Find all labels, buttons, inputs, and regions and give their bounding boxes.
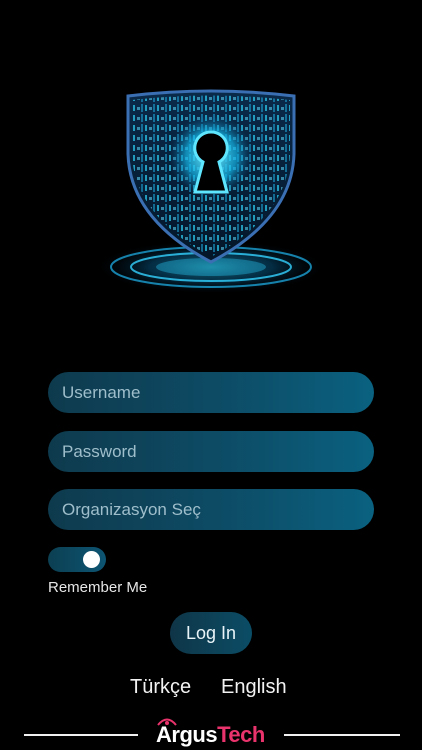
username-input[interactable] bbox=[62, 382, 360, 403]
footer-divider-right bbox=[284, 734, 400, 736]
brand-logo: ArgusTech bbox=[156, 722, 265, 748]
password-field-container[interactable] bbox=[48, 431, 374, 472]
password-input[interactable] bbox=[62, 441, 360, 462]
footer-divider-left bbox=[24, 734, 138, 736]
language-turkish-link[interactable]: Türkçe bbox=[130, 676, 191, 699]
organization-select[interactable] bbox=[48, 489, 374, 530]
login-button[interactable]: Log In bbox=[170, 612, 252, 654]
organization-select-input[interactable] bbox=[62, 499, 360, 520]
remember-me-label: Remember Me bbox=[48, 579, 148, 596]
brand-name-part2: Tech bbox=[217, 722, 265, 747]
shield-lock-emblem bbox=[99, 89, 323, 293]
username-field-container[interactable] bbox=[48, 372, 374, 413]
language-english-link[interactable]: English bbox=[221, 676, 287, 699]
brand-name-part1: Argus bbox=[156, 722, 218, 747]
remember-me-toggle[interactable] bbox=[48, 547, 106, 572]
toggle-knob bbox=[83, 551, 100, 568]
